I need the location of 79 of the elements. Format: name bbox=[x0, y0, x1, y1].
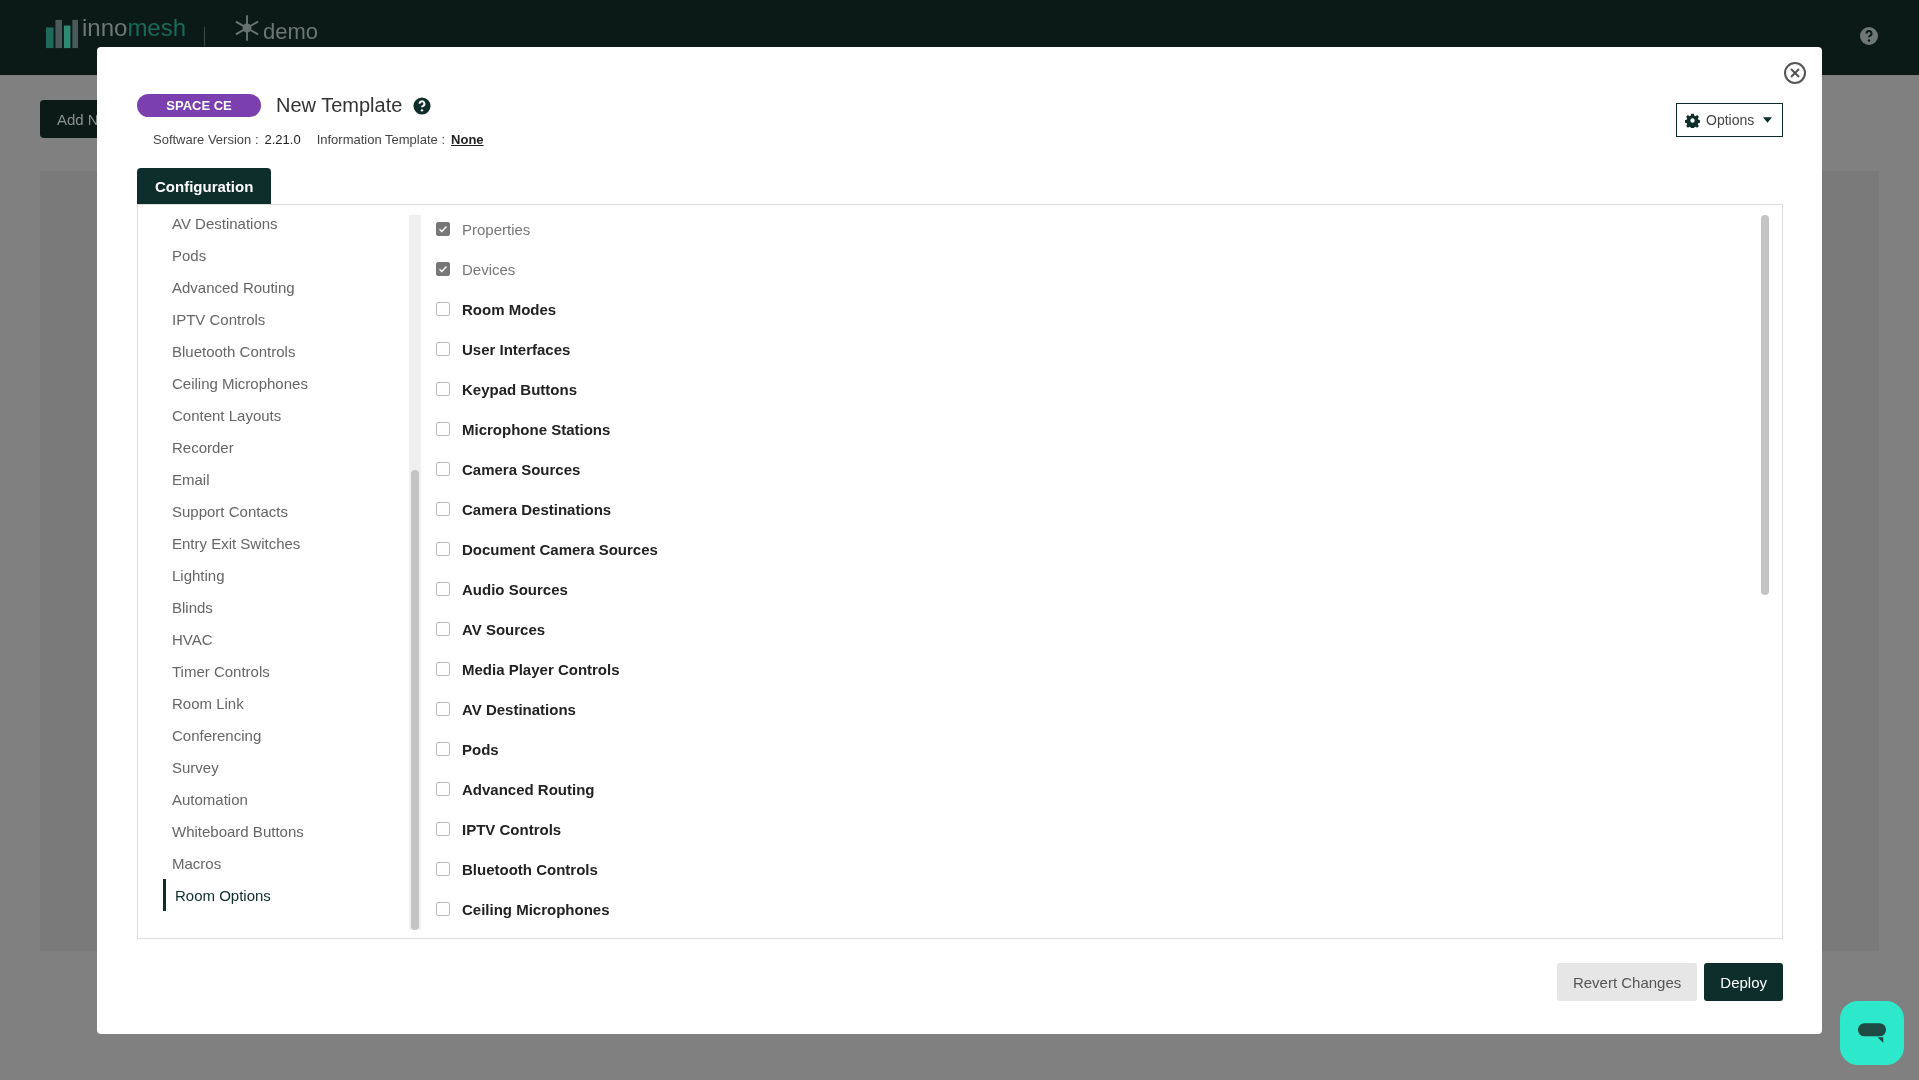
software-version-value: 2.21.0 bbox=[264, 132, 301, 147]
checkmark-icon bbox=[437, 263, 449, 275]
nav-item[interactable]: Blinds bbox=[138, 591, 409, 623]
section-label: Keypad Buttons bbox=[462, 380, 577, 398]
checkbox[interactable] bbox=[436, 662, 450, 676]
checkbox[interactable] bbox=[436, 342, 450, 356]
nav-item[interactable]: Recorder bbox=[138, 431, 409, 463]
tab[interactable]: Configuration bbox=[137, 168, 272, 204]
nav-item[interactable]: Support Contacts bbox=[138, 495, 409, 527]
checkbox[interactable] bbox=[436, 422, 450, 436]
checkbox[interactable] bbox=[436, 822, 450, 836]
nav-item[interactable]: Conferencing bbox=[138, 719, 409, 751]
nav-item[interactable]: Lighting bbox=[138, 559, 409, 591]
scrollbar-thumb[interactable] bbox=[411, 470, 419, 930]
checkbox[interactable] bbox=[436, 622, 450, 636]
help-icon[interactable] bbox=[413, 96, 432, 115]
checkmark-icon bbox=[437, 223, 449, 235]
logo-icon bbox=[46, 18, 78, 49]
nav-item[interactable]: Whiteboard Buttons bbox=[138, 815, 409, 847]
section-label: AV Sources bbox=[462, 620, 546, 638]
nav-item[interactable]: IPTV Controls bbox=[138, 303, 409, 335]
revert-changes-button[interactable]: Revert Changes bbox=[1556, 963, 1698, 1001]
section-label: Audio Sources bbox=[462, 580, 568, 598]
scrollbar-thumb[interactable] bbox=[1761, 215, 1769, 595]
workspace-name: demo bbox=[263, 18, 319, 45]
section-label: Ceiling Microphones bbox=[462, 900, 610, 918]
nav-item[interactable]: Survey bbox=[138, 751, 409, 783]
options-button[interactable]: Options bbox=[1676, 103, 1783, 137]
nav-item[interactable]: Automation bbox=[138, 783, 409, 815]
section-label: IPTV Controls bbox=[462, 820, 562, 838]
checkbox[interactable] bbox=[436, 702, 450, 716]
nav-item[interactable]: Room Link bbox=[138, 687, 409, 719]
information-template-link[interactable]: None bbox=[451, 132, 484, 147]
section-label: Room Modes bbox=[462, 300, 557, 318]
deploy-button[interactable]: Deploy bbox=[1704, 963, 1783, 1001]
logo-text: innomesh bbox=[82, 13, 187, 42]
chat-icon bbox=[1857, 1021, 1887, 1045]
information-template-label: Information Template : bbox=[316, 132, 446, 147]
caret-icon bbox=[1763, 117, 1773, 123]
section-label: Document Camera Sources bbox=[462, 540, 658, 558]
software-version-label: Software Version : bbox=[153, 132, 259, 147]
checkbox[interactable] bbox=[436, 462, 450, 476]
section-label: AV Destinations bbox=[462, 700, 576, 718]
nav-item[interactable]: Macros bbox=[138, 847, 409, 879]
checkbox[interactable] bbox=[436, 782, 450, 796]
section-label: User Interfaces bbox=[462, 340, 571, 358]
nav-item[interactable]: Pods bbox=[138, 239, 409, 271]
nav-item[interactable]: AV Destinations bbox=[138, 207, 409, 239]
nav-item[interactable]: Advanced Routing bbox=[138, 271, 409, 303]
checkbox[interactable] bbox=[436, 902, 450, 916]
checkbox[interactable] bbox=[436, 382, 450, 396]
product-badge: SPACE CE bbox=[137, 94, 261, 117]
checkbox[interactable] bbox=[436, 862, 450, 876]
nav-item[interactable]: Content Layouts bbox=[138, 399, 409, 431]
section-label: Camera Sources bbox=[462, 460, 581, 478]
nav-item[interactable]: Entry Exit Switches bbox=[138, 527, 409, 559]
checkbox[interactable] bbox=[436, 742, 450, 756]
close-icon[interactable] bbox=[1783, 61, 1807, 85]
section-label: Pods bbox=[462, 740, 499, 758]
chat-button[interactable] bbox=[1840, 1001, 1904, 1065]
section-label: Advanced Routing bbox=[462, 780, 595, 798]
dialog-title: New Template bbox=[276, 94, 403, 117]
section-label: Camera Destinations bbox=[462, 500, 612, 518]
nav-item[interactable]: Ceiling Microphones bbox=[138, 367, 409, 399]
settings-icon bbox=[1685, 112, 1700, 128]
section-label: Microphone Stations bbox=[462, 420, 611, 438]
nav-item[interactable]: Timer Controls bbox=[138, 655, 409, 687]
add-button[interactable]: Add N bbox=[40, 100, 97, 138]
section-label: Media Player Controls bbox=[462, 660, 620, 678]
checkbox[interactable] bbox=[436, 542, 450, 556]
section-label: Properties bbox=[462, 220, 531, 238]
checkbox[interactable] bbox=[436, 502, 450, 516]
section-label: Bluetooth Controls bbox=[462, 860, 598, 878]
nav-item[interactable]: Bluetooth Controls bbox=[138, 335, 409, 367]
nav-item[interactable]: Email bbox=[138, 463, 409, 495]
section-label: Devices bbox=[462, 260, 516, 278]
checkbox[interactable] bbox=[436, 582, 450, 596]
nav-item[interactable]: HVAC bbox=[138, 623, 409, 655]
checkbox[interactable] bbox=[436, 302, 450, 316]
